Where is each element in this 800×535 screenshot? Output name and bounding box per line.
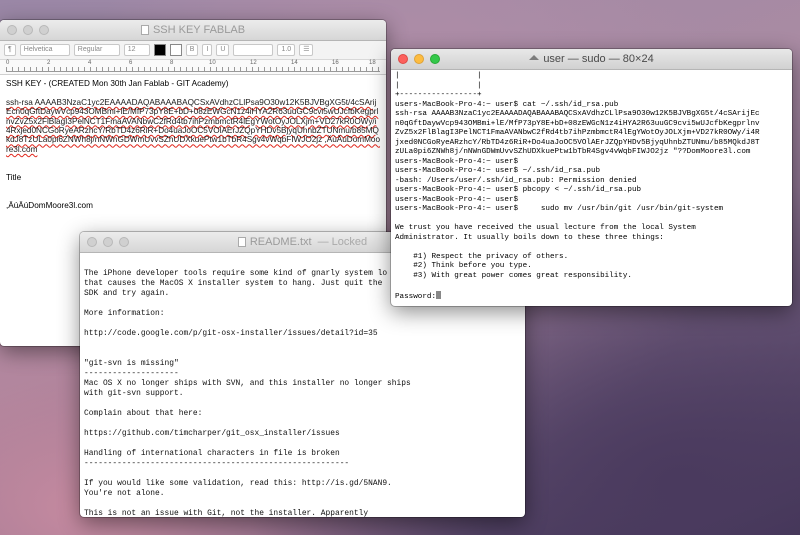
title-line: Title	[6, 173, 22, 183]
readme-line: Handling of international characters in …	[84, 449, 340, 458]
close-button[interactable]	[7, 25, 17, 35]
readme-line: --------------------	[84, 369, 179, 378]
readme-line: http://code.google.com/p/git-osx-install…	[84, 329, 378, 338]
minimize-button[interactable]	[23, 25, 33, 35]
terminal-window[interactable]: user — sudo — 80×24 | | | | +-------------…	[391, 49, 792, 306]
readme-line	[84, 419, 521, 429]
window-controls	[398, 54, 440, 64]
terminal-line: jxed0NCGoRyeARzhcY/RbTD4z6RiR+Do4uaJoOC5…	[395, 138, 760, 147]
readme-line: If you would like some validation, read …	[84, 479, 392, 488]
terminal-line: We trust you have received the usual lec…	[395, 224, 696, 232]
font-size-field[interactable]: 12	[123, 44, 150, 56]
readme-line	[84, 469, 521, 479]
ruler-tick-label: 16	[332, 60, 339, 66]
text-cursor	[436, 290, 442, 299]
terminal-line: Password:	[395, 290, 788, 303]
terminal-output[interactable]: | | | | +-----------------+ users-MacBook-P…	[391, 70, 792, 306]
close-button[interactable]	[398, 54, 408, 64]
terminal-line: +-----------------+	[395, 91, 482, 99]
signature-line: ,ÄúÄúDomMoore3l.com	[6, 201, 93, 211]
document-icon	[237, 237, 246, 247]
ruler-tick-label: 10	[209, 60, 216, 66]
readme-line: "git-svn is missing"	[84, 359, 179, 368]
terminal-line: users-MacBook-Pro-4:~ user$	[395, 157, 519, 166]
terminal-line: #1) Respect the privacy of others.	[395, 252, 569, 261]
readme-line: This is not an issue with Git, not the i…	[84, 509, 369, 517]
document-text-area[interactable]: SSH KEY - (CREATED Mon 30th Jan Fablab -…	[0, 75, 386, 215]
ruler-tick-label: 8	[170, 60, 174, 66]
readme-line: with git-svn support.	[84, 389, 184, 398]
home-folder-icon	[529, 54, 540, 60]
terminal-line: Administrator. It usually boils down to …	[395, 233, 664, 242]
ruler-tick-label: 0	[6, 60, 10, 66]
ssh-key-text: ssh-rsa AAAAB3NzaC1yc2EAAAADAQABAAABAQCS…	[6, 97, 381, 154]
locked-status[interactable]: — Locked	[318, 236, 368, 248]
background-color-swatch[interactable]	[169, 44, 182, 56]
close-button[interactable]	[87, 237, 97, 247]
minimize-button[interactable]	[103, 237, 113, 247]
paragraph-style-menu[interactable]: ¶	[4, 44, 16, 56]
terminal-line: #3) With great power comes great respons…	[395, 271, 632, 280]
alignment-control[interactable]	[233, 44, 274, 56]
bold-button[interactable]: B	[185, 44, 199, 56]
readme-line: ----------------------------------------…	[84, 459, 350, 468]
document-icon	[140, 25, 149, 35]
line-spacing-menu[interactable]: 1.0	[277, 44, 296, 56]
readme-line	[84, 399, 521, 409]
readme-line	[84, 349, 521, 359]
document-heading: SSH KEY - (CREATED Mon 30th Jan Fablab -…	[6, 79, 229, 88]
zoom-button[interactable]	[119, 237, 129, 247]
readme-line	[84, 319, 521, 329]
readme-title: README.txt	[249, 236, 312, 248]
terminal-title: user — sudo — 80×24	[543, 53, 654, 65]
terminal-line: users-MacBook-Pro-4:~ user$ cat ~/.ssh/i…	[395, 100, 619, 109]
format-toolbar: ¶ Helvetica Regular 12 B I U 1.0 ☰	[0, 41, 386, 60]
readme-line	[84, 439, 521, 449]
readme-line: More information:	[84, 309, 165, 318]
terminal-titlebar[interactable]: user — sudo — 80×24	[391, 49, 792, 70]
readme-line: You're not alone.	[84, 489, 165, 498]
terminal-line: | |	[395, 72, 482, 80]
readme-line	[84, 499, 521, 509]
terminal-line: #2) Think before you type.	[395, 262, 532, 270]
readme-line: https://github.com/timcharper/git_osx_in…	[84, 429, 340, 438]
ruler-tick-label: 12	[250, 60, 257, 66]
terminal-line: users-MacBook-Pro-4:~ user$	[395, 195, 519, 204]
terminal-line: users-MacBook-Pro-4:~ user$ ~/.ssh/id_rs…	[395, 167, 601, 175]
font-family-menu[interactable]: Helvetica	[19, 44, 70, 56]
textedit-title: SSH KEY FABLAB	[152, 24, 246, 36]
list-bullets-menu[interactable]: ☰	[299, 44, 314, 56]
typeface-menu[interactable]: Regular	[73, 44, 120, 56]
terminal-line: ssh-rsa AAAAB3NzaC1yc2EAAAADAQABAAABAQCS…	[395, 110, 760, 118]
terminal-line: n0qGftDaywVcp943OMBmi+lE/MfP73pY8E+bD+08…	[395, 119, 760, 128]
window-controls	[7, 25, 49, 35]
window-controls	[87, 237, 129, 247]
italic-button[interactable]: I	[202, 44, 213, 56]
ruler-tick-label: 4	[88, 60, 92, 66]
zoom-button[interactable]	[39, 25, 49, 35]
text-color-swatch[interactable]	[153, 44, 166, 56]
terminal-line: users-MacBook-Pro-4:~ user$ pbcopy < ~/.…	[395, 186, 642, 194]
terminal-line: -bash: /Users/user/.ssh/id_rsa.pub: Perm…	[395, 176, 637, 185]
readme-line	[84, 339, 521, 349]
minimize-button[interactable]	[414, 54, 424, 64]
zoom-button[interactable]	[430, 54, 440, 64]
textedit-titlebar[interactable]: SSH KEY FABLAB	[0, 20, 386, 41]
underline-button[interactable]: U	[216, 44, 230, 56]
ruler-tick-label: 14	[291, 60, 298, 66]
terminal-line: users-MacBook-Pro-4:~ user$ sudo mv /usr…	[395, 205, 724, 213]
terminal-line: zULa0pi6ZNWh8j/nNWnGDWmUvvSZhUDXkuePtw1b…	[395, 148, 751, 156]
ruler[interactable]: 0 2 4 6 8 10 12 14 16 18	[0, 60, 386, 75]
ruler-tick-label: 18	[369, 60, 376, 66]
readme-line: Mac OS X no longer ships with SVN, and t…	[84, 379, 411, 388]
terminal-line: | |	[395, 81, 482, 90]
readme-line: Complain about that here:	[84, 409, 203, 418]
ruler-scale	[6, 67, 380, 72]
terminal-line: ZvZ5x2FlBlagI3PelNCT1FmaAVANbwC2fRd4tb7i…	[395, 129, 760, 137]
ruler-tick-label: 2	[47, 60, 51, 66]
ruler-tick-label: 6	[129, 60, 133, 66]
